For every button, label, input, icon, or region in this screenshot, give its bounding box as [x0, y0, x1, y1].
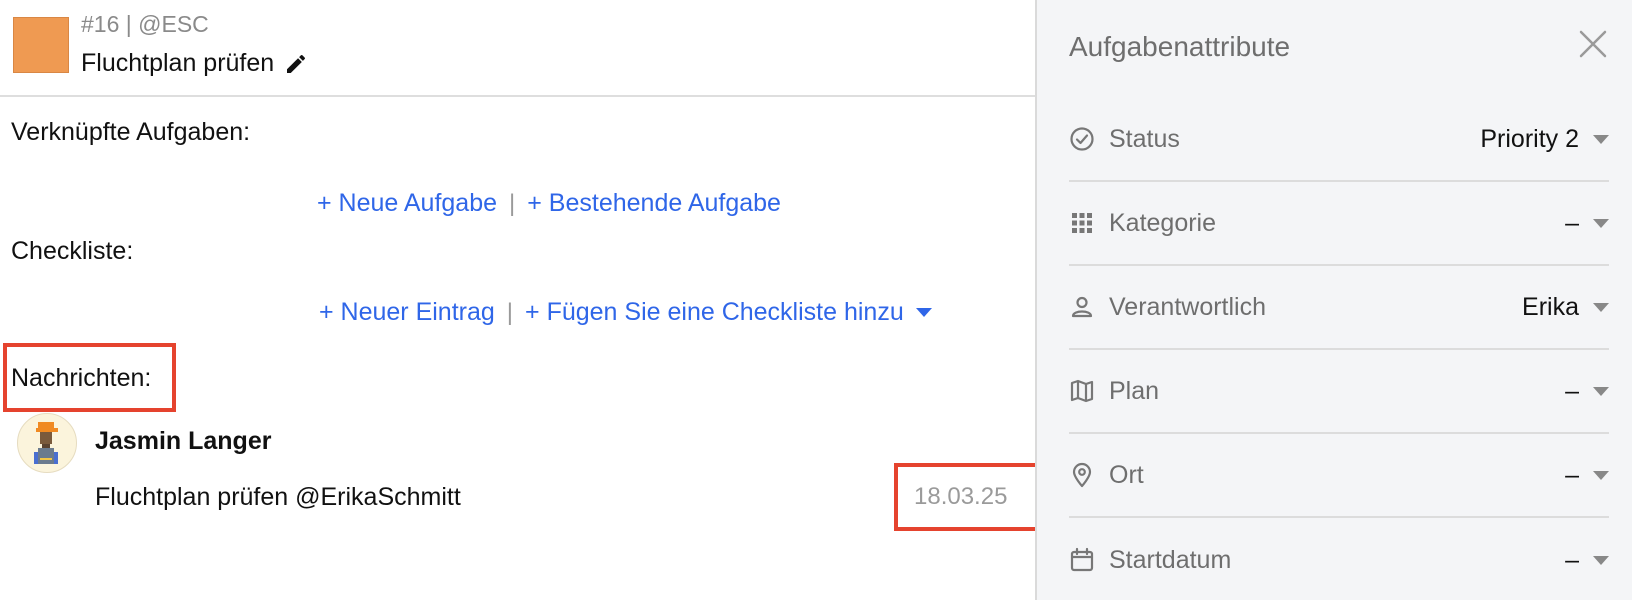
linked-task-actions: + Neue Aufgabe | + Bestehende Aufgabe	[317, 189, 781, 218]
message-author: Jasmin Langer	[95, 427, 272, 455]
attribute-plan[interactable]: Plan –	[1069, 350, 1609, 434]
separator: |	[509, 189, 516, 217]
check-circle-icon	[1069, 126, 1095, 152]
message-date: 18.03.25	[914, 483, 1008, 510]
task-title[interactable]: Fluchtplan prüfen	[81, 49, 274, 78]
checklist-label: Checkliste:	[11, 237, 134, 265]
calendar-icon	[1069, 547, 1095, 573]
attribute-status[interactable]: Status Priority 2	[1069, 98, 1609, 182]
attribute-label: Plan	[1109, 376, 1160, 405]
pencil-icon[interactable]	[284, 52, 308, 76]
task-title-row: Fluchtplan prüfen	[81, 49, 308, 78]
attribute-value: –	[1565, 376, 1579, 405]
chevron-down-icon[interactable]	[1593, 134, 1609, 144]
attribute-label: Kategorie	[1109, 208, 1217, 237]
attribute-startdatum[interactable]: Startdatum –	[1069, 518, 1609, 600]
attribute-value: –	[1565, 460, 1579, 489]
attribute-label: Verantwortlich	[1109, 292, 1267, 321]
task-meta: #16 | @ESC	[81, 11, 209, 37]
attribute-verantwortlich[interactable]: Verantwortlich Erika	[1069, 266, 1609, 350]
chevron-down-icon[interactable]	[915, 308, 932, 317]
message-text: Fluchtplan prüfen @ErikaSchmitt	[95, 483, 461, 511]
task-detail-pane: #16 | @ESC Fluchtplan prüfen Verknüpfte …	[0, 0, 1039, 600]
messages-label: Nachrichten:	[11, 364, 152, 392]
chevron-down-icon[interactable]	[1593, 386, 1609, 396]
attribute-kategorie[interactable]: Kategorie –	[1069, 182, 1609, 266]
attribute-label: Ort	[1109, 460, 1144, 489]
chevron-down-icon[interactable]	[1593, 555, 1609, 565]
attribute-value: –	[1565, 545, 1579, 574]
add-checklist-link[interactable]: + Fügen Sie eine Checkliste hinzu	[525, 298, 904, 327]
person-icon	[1069, 294, 1095, 320]
grid-icon	[1069, 210, 1095, 236]
linked-tasks-label: Verknüpfte Aufgaben:	[11, 118, 251, 146]
task-color-swatch	[13, 17, 69, 73]
attribute-value: Erika	[1522, 292, 1579, 321]
panel-title: Aufgabenattribute	[1069, 31, 1291, 62]
new-task-link[interactable]: + Neue Aufgabe	[317, 189, 497, 218]
avatar[interactable]	[17, 413, 77, 473]
task-header: #16 | @ESC Fluchtplan prüfen	[0, 0, 1037, 97]
chevron-down-icon[interactable]	[1593, 470, 1609, 480]
map-icon	[1069, 378, 1095, 404]
attribute-value: Priority 2	[1480, 124, 1579, 153]
attribute-value: –	[1565, 208, 1579, 237]
new-entry-link[interactable]: + Neuer Eintrag	[319, 298, 495, 327]
close-icon[interactable]	[1578, 29, 1608, 59]
separator: |	[506, 298, 514, 326]
attribute-label: Startdatum	[1109, 545, 1232, 574]
chevron-down-icon[interactable]	[1593, 302, 1609, 312]
checklist-actions: + Neuer Eintrag | + Fügen Sie eine Check…	[319, 298, 932, 327]
attribute-label: Status	[1109, 124, 1180, 153]
attribute-ort[interactable]: Ort –	[1069, 434, 1609, 518]
existing-task-link[interactable]: + Bestehende Aufgabe	[527, 189, 781, 218]
location-pin-icon	[1069, 462, 1095, 488]
chevron-down-icon[interactable]	[1593, 218, 1609, 228]
task-attributes-panel: Aufgabenattribute Status Priority 2 Kate…	[1035, 0, 1632, 600]
